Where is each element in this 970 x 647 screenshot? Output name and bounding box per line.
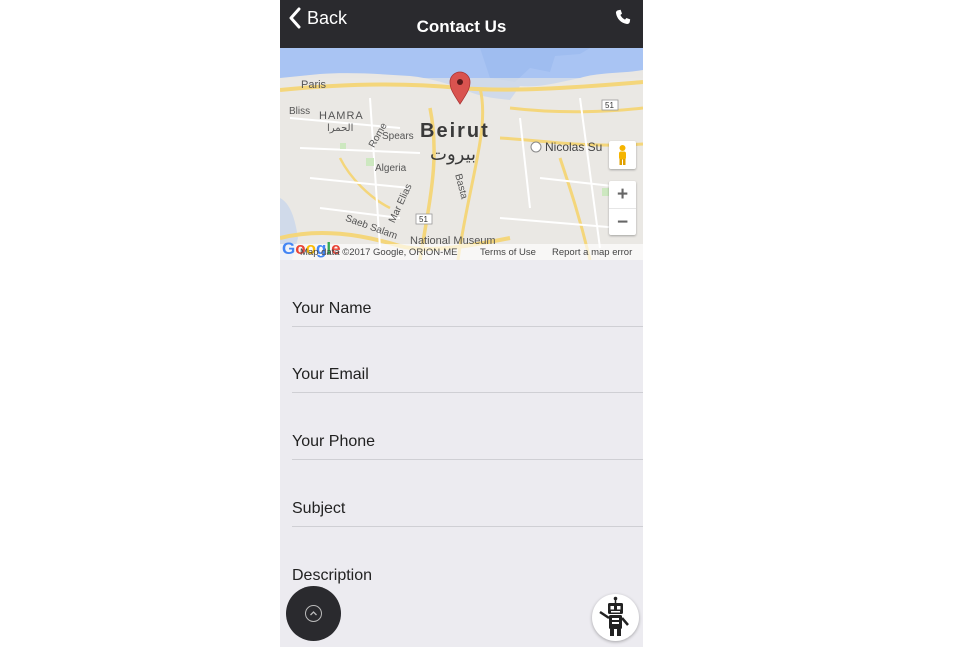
name-field[interactable]: Your Name (292, 286, 643, 327)
map-label-bliss: Bliss (289, 106, 311, 117)
phone-label: Your Phone (292, 433, 376, 450)
robot-icon (599, 596, 629, 636)
zoom-in-button[interactable]: + (609, 181, 636, 209)
description-field[interactable]: Description (292, 553, 643, 593)
map-city-label-arabic: بيروت (430, 144, 477, 164)
email-field[interactable]: Your Email (292, 352, 643, 393)
map-attribution-bar: Google Map data ©2017 Google, ORION-ME T… (280, 239, 643, 260)
subject-label: Subject (292, 500, 346, 517)
chatbot-button[interactable] (592, 594, 639, 641)
nav-bar: Back Contact Us (280, 0, 643, 48)
road-shield-51-top: 51 (605, 101, 614, 110)
zoom-out-button[interactable]: − (609, 209, 636, 236)
map-label-hamra-ar: الحمرا (327, 123, 354, 134)
page-title: Contact Us (416, 17, 507, 36)
map-label-paris: Paris (301, 79, 327, 91)
map-label-nicolas: Nicolas Su (545, 140, 603, 154)
phone-field[interactable]: Your Phone (292, 419, 643, 460)
call-button[interactable] (615, 9, 631, 25)
zoom-control: + − (609, 181, 636, 235)
description-label: Description (292, 567, 373, 584)
map-city-label: Beirut (420, 120, 490, 142)
subject-field[interactable]: Subject (292, 486, 643, 527)
scroll-to-top-button[interactable] (286, 586, 341, 641)
map-label-algeria: Algeria (375, 163, 407, 174)
name-label: Your Name (292, 300, 372, 317)
location-map[interactable]: Paris Bliss HAMRA الحمرا Spears Rome Alg… (280, 48, 643, 260)
chevron-up-circle-icon (305, 605, 322, 622)
terms-of-use-link[interactable]: Terms of Use (480, 247, 536, 258)
pegman-icon (619, 145, 626, 165)
map-label-hamra: HAMRA (319, 110, 364, 122)
road-shield-51-bottom: 51 (419, 215, 428, 224)
map-attribution: Map data ©2017 Google, ORION-ME (300, 247, 458, 258)
street-view-button[interactable] (609, 141, 636, 169)
app-screen: Back Contact Us Paris Bliss HAMRA الحمرا… (280, 0, 643, 647)
email-label: Your Email (292, 366, 369, 383)
report-map-error-link[interactable]: Report a map error (552, 247, 632, 258)
map-label-spears: Spears (382, 131, 414, 142)
phone-icon (615, 9, 631, 25)
